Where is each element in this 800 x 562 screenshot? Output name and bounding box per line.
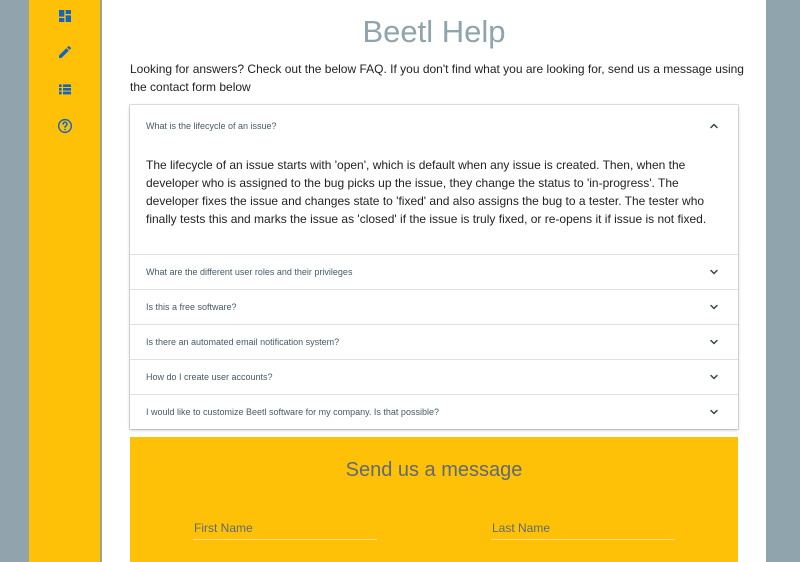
chevron-up-icon[interactable] <box>708 120 720 132</box>
faq-question: Is this a free software? <box>146 302 237 312</box>
first-name-field[interactable]: First Name <box>193 519 377 540</box>
page-title: Beetl Help <box>362 14 506 49</box>
faq-question: I would like to customize Beetl software… <box>146 407 439 417</box>
faq-question-header[interactable]: Is this a free software? <box>130 290 738 324</box>
chevron-down-icon[interactable] <box>708 371 720 383</box>
faq-question: Is there an automated email notification… <box>146 337 340 347</box>
contact-form-title: Send us a message <box>345 459 523 481</box>
faq-question-header[interactable]: What is the lifecycle of an issue? <box>130 105 738 147</box>
help-icon[interactable] <box>56 117 74 135</box>
chevron-down-icon[interactable] <box>708 266 720 278</box>
faq-item: I would like to customize Beetl software… <box>130 395 738 429</box>
sidebar <box>29 0 102 562</box>
intro-text: Looking for answers? Check out the below… <box>130 62 744 94</box>
first-name-label: First Name <box>194 521 253 535</box>
faq-item: Is this a free software? <box>130 290 738 325</box>
faq-question: What is the lifecycle of an issue? <box>146 121 277 131</box>
chevron-down-icon[interactable] <box>708 301 720 313</box>
faq-question: What are the different user roles and th… <box>146 267 353 277</box>
faq-question-header[interactable]: How do I create user accounts? <box>130 360 738 394</box>
faq-answer: The lifecycle of an issue starts with 'o… <box>146 158 707 226</box>
faq-accordion: What is the lifecycle of an issue? The l… <box>130 105 738 429</box>
list-icon[interactable] <box>56 80 74 98</box>
last-name-field[interactable]: Last Name <box>491 519 675 540</box>
contact-form-panel: Send us a message First Name Last Name <box>130 437 738 562</box>
faq-question-header[interactable]: Is there an automated email notification… <box>130 325 738 359</box>
dashboard-icon[interactable] <box>56 7 74 25</box>
chevron-down-icon[interactable] <box>708 406 720 418</box>
faq-item: Is there an automated email notification… <box>130 325 738 360</box>
faq-item: What are the different user roles and th… <box>130 255 738 290</box>
faq-question-header[interactable]: What are the different user roles and th… <box>130 255 738 289</box>
faq-item: What is the lifecycle of an issue? The l… <box>130 105 738 255</box>
faq-item: How do I create user accounts? <box>130 360 738 395</box>
last-name-label: Last Name <box>492 521 551 535</box>
faq-question-header[interactable]: I would like to customize Beetl software… <box>130 395 738 429</box>
main-content: Beetl Help Looking for answers? Check ou… <box>102 0 766 562</box>
edit-icon[interactable] <box>56 43 74 61</box>
faq-question: How do I create user accounts? <box>146 372 273 382</box>
chevron-down-icon[interactable] <box>708 336 720 348</box>
